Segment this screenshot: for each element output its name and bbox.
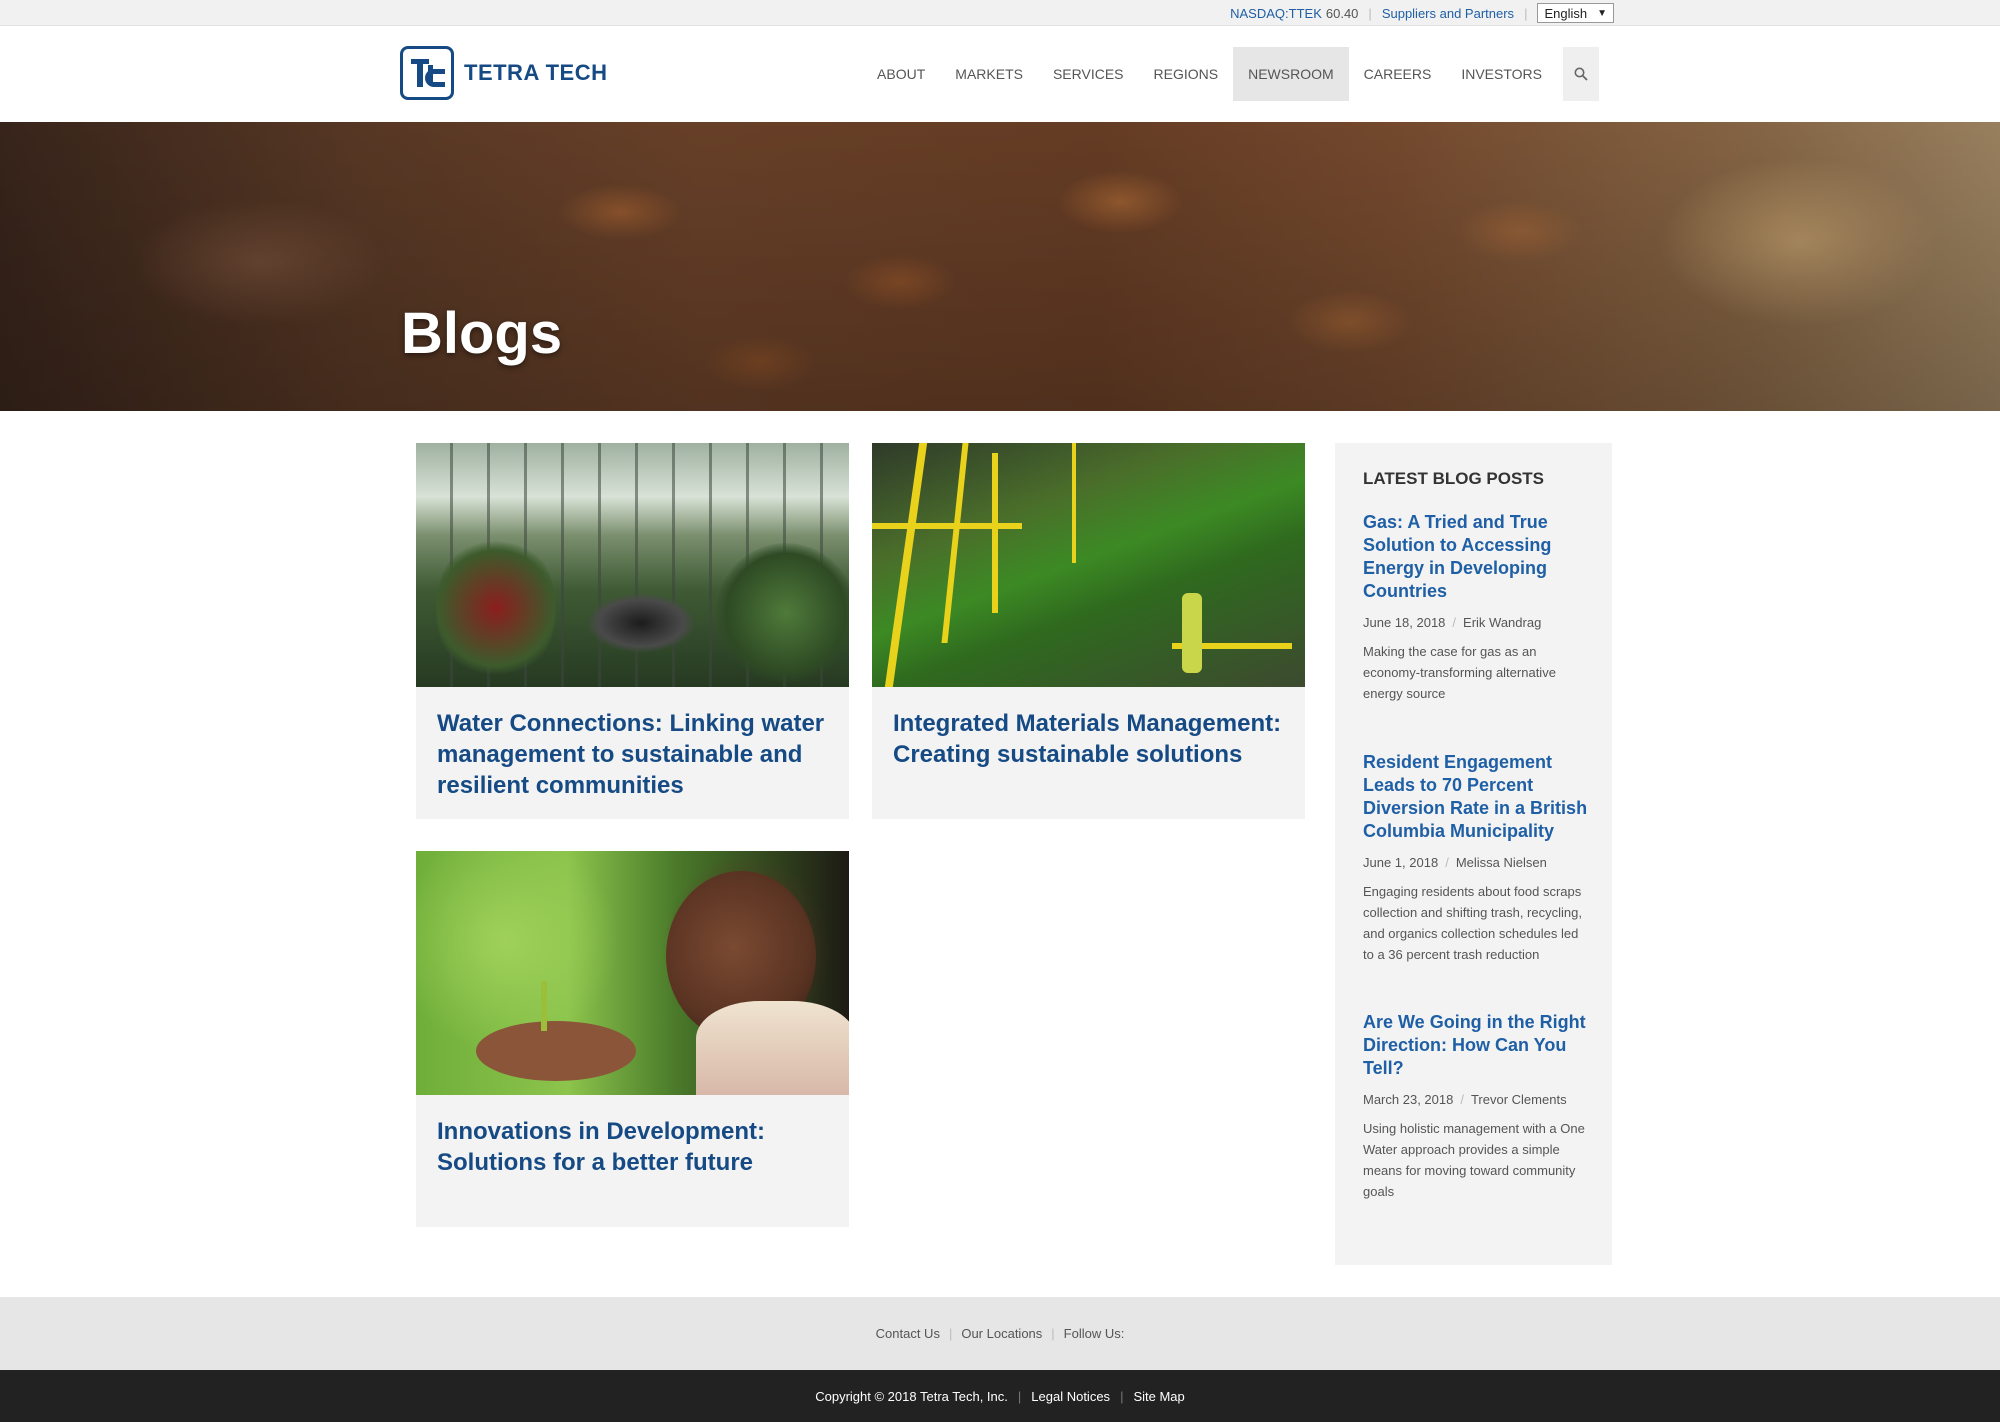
nav-item-markets[interactable]: MARKETS — [940, 47, 1038, 101]
hero-image-cocoa-beans — [0, 122, 2000, 411]
post-date: June 1, 2018 — [1363, 855, 1439, 870]
card-title[interactable]: Integrated Materials Management: Creatin… — [893, 708, 1288, 770]
divider: | — [1051, 1326, 1055, 1341]
legal-notices-link[interactable]: Legal Notices — [1031, 1389, 1110, 1404]
greenhouse-image[interactable] — [416, 443, 849, 687]
stock-ticker-link[interactable]: NASDAQ:TTEK — [1230, 6, 1322, 21]
nav-item-services[interactable]: SERVICES — [1038, 47, 1139, 101]
post-excerpt: Making the case for gas as an economy-tr… — [1363, 644, 1556, 701]
post-date: June 18, 2018 — [1363, 615, 1446, 630]
nav-item-about[interactable]: ABOUT — [862, 47, 940, 101]
footer-links-bar: Contact Us | Our Locations | Follow Us: — [0, 1297, 2000, 1370]
hero-banner: Blogs — [0, 122, 2000, 411]
follow-us-label: Follow Us: — [1063, 1326, 1125, 1341]
site-header: TETRA TECH ABOUT MARKETS SERVICES REGION… — [0, 26, 2000, 122]
post-excerpt: Using holistic management with a One Wat… — [1363, 1121, 1585, 1199]
utility-links: NASDAQ:TTEK 60.40 | Suppliers and Partne… — [1230, 0, 1614, 26]
card-title[interactable]: Innovations in Development: Solutions fo… — [437, 1116, 832, 1178]
sidebar-post: Resident Engagement Leads to 70 Percent … — [1363, 751, 1591, 965]
latest-posts-sidebar: LATEST BLOG POSTS Gas: A Tried and True … — [1335, 443, 1612, 1265]
blog-card[interactable]: Integrated Materials Management: Creatin… — [872, 443, 1305, 819]
nav-item-newsroom[interactable]: NEWSROOM — [1233, 47, 1349, 101]
logo-text: TETRA TECH — [464, 60, 608, 85]
main-nav: ABOUT MARKETS SERVICES REGIONS NEWSROOM … — [862, 47, 1599, 101]
post-title-link[interactable]: Gas: A Tried and True Solution to Access… — [1363, 511, 1591, 603]
sidebar-heading: LATEST BLOG POSTS — [1363, 469, 1545, 488]
suppliers-link[interactable]: Suppliers and Partners — [1382, 6, 1514, 21]
footer-legal-bar: Copyright © 2018 Tetra Tech, Inc. | Lega… — [0, 1370, 2000, 1422]
search-icon — [1574, 67, 1588, 81]
sidebar-post: Are We Going in the Right Direction: How… — [1363, 1011, 1591, 1202]
language-select[interactable]: English ▼ — [1537, 3, 1614, 23]
post-meta: June 1, 2018/Melissa Nielsen — [1363, 855, 1547, 870]
copyright-text: Copyright © 2018 Tetra Tech, Inc. — [815, 1388, 1008, 1404]
post-date: March 23, 2018 — [1363, 1092, 1454, 1107]
post-meta: June 18, 2018/Erik Wandrag — [1363, 615, 1542, 630]
language-value: English — [1544, 5, 1588, 21]
nav-item-careers[interactable]: CAREERS — [1349, 47, 1447, 101]
post-author: Erik Wandrag — [1463, 615, 1542, 630]
farmer-seedling-image[interactable] — [416, 851, 849, 1095]
divider: | — [948, 1326, 953, 1341]
post-title-link[interactable]: Are We Going in the Right Direction: How… — [1363, 1011, 1591, 1080]
divider: | — [1368, 5, 1372, 21]
our-locations-link[interactable]: Our Locations — [961, 1326, 1042, 1341]
utility-bar: NASDAQ:TTEK 60.40 | Suppliers and Partne… — [0, 0, 2000, 26]
post-title-link[interactable]: Resident Engagement Leads to 70 Percent … — [1363, 751, 1591, 843]
blog-card[interactable]: Water Connections: Linking water managem… — [416, 443, 849, 819]
caret-down-icon: ▼ — [1597, 7, 1607, 19]
contact-us-link[interactable]: Contact Us — [876, 1326, 940, 1341]
page-title: Blogs — [401, 301, 563, 366]
nav-item-investors[interactable]: INVESTORS — [1446, 47, 1557, 101]
stock-price: 60.40 — [1325, 5, 1359, 21]
logo[interactable]: TETRA TECH — [400, 46, 608, 100]
logo-mark-icon — [400, 46, 454, 100]
sidebar-post: Gas: A Tried and True Solution to Access… — [1363, 511, 1591, 704]
site-map-link[interactable]: Site Map — [1133, 1389, 1184, 1404]
blog-card[interactable]: Innovations in Development: Solutions fo… — [416, 851, 849, 1227]
post-excerpt: Engaging residents about food scraps col… — [1363, 884, 1582, 962]
card-title[interactable]: Water Connections: Linking water managem… — [437, 708, 832, 801]
post-meta: March 23, 2018/Trevor Clements — [1363, 1092, 1567, 1107]
divider: | — [1017, 1388, 1022, 1404]
nav-item-regions[interactable]: REGIONS — [1139, 47, 1234, 101]
recycling-facility-image[interactable] — [872, 443, 1305, 687]
post-author: Trevor Clements — [1470, 1092, 1567, 1107]
post-author: Melissa Nielsen — [1455, 855, 1547, 870]
search-button[interactable] — [1563, 47, 1599, 101]
divider: | — [1524, 5, 1528, 21]
divider: | — [1120, 1388, 1124, 1404]
